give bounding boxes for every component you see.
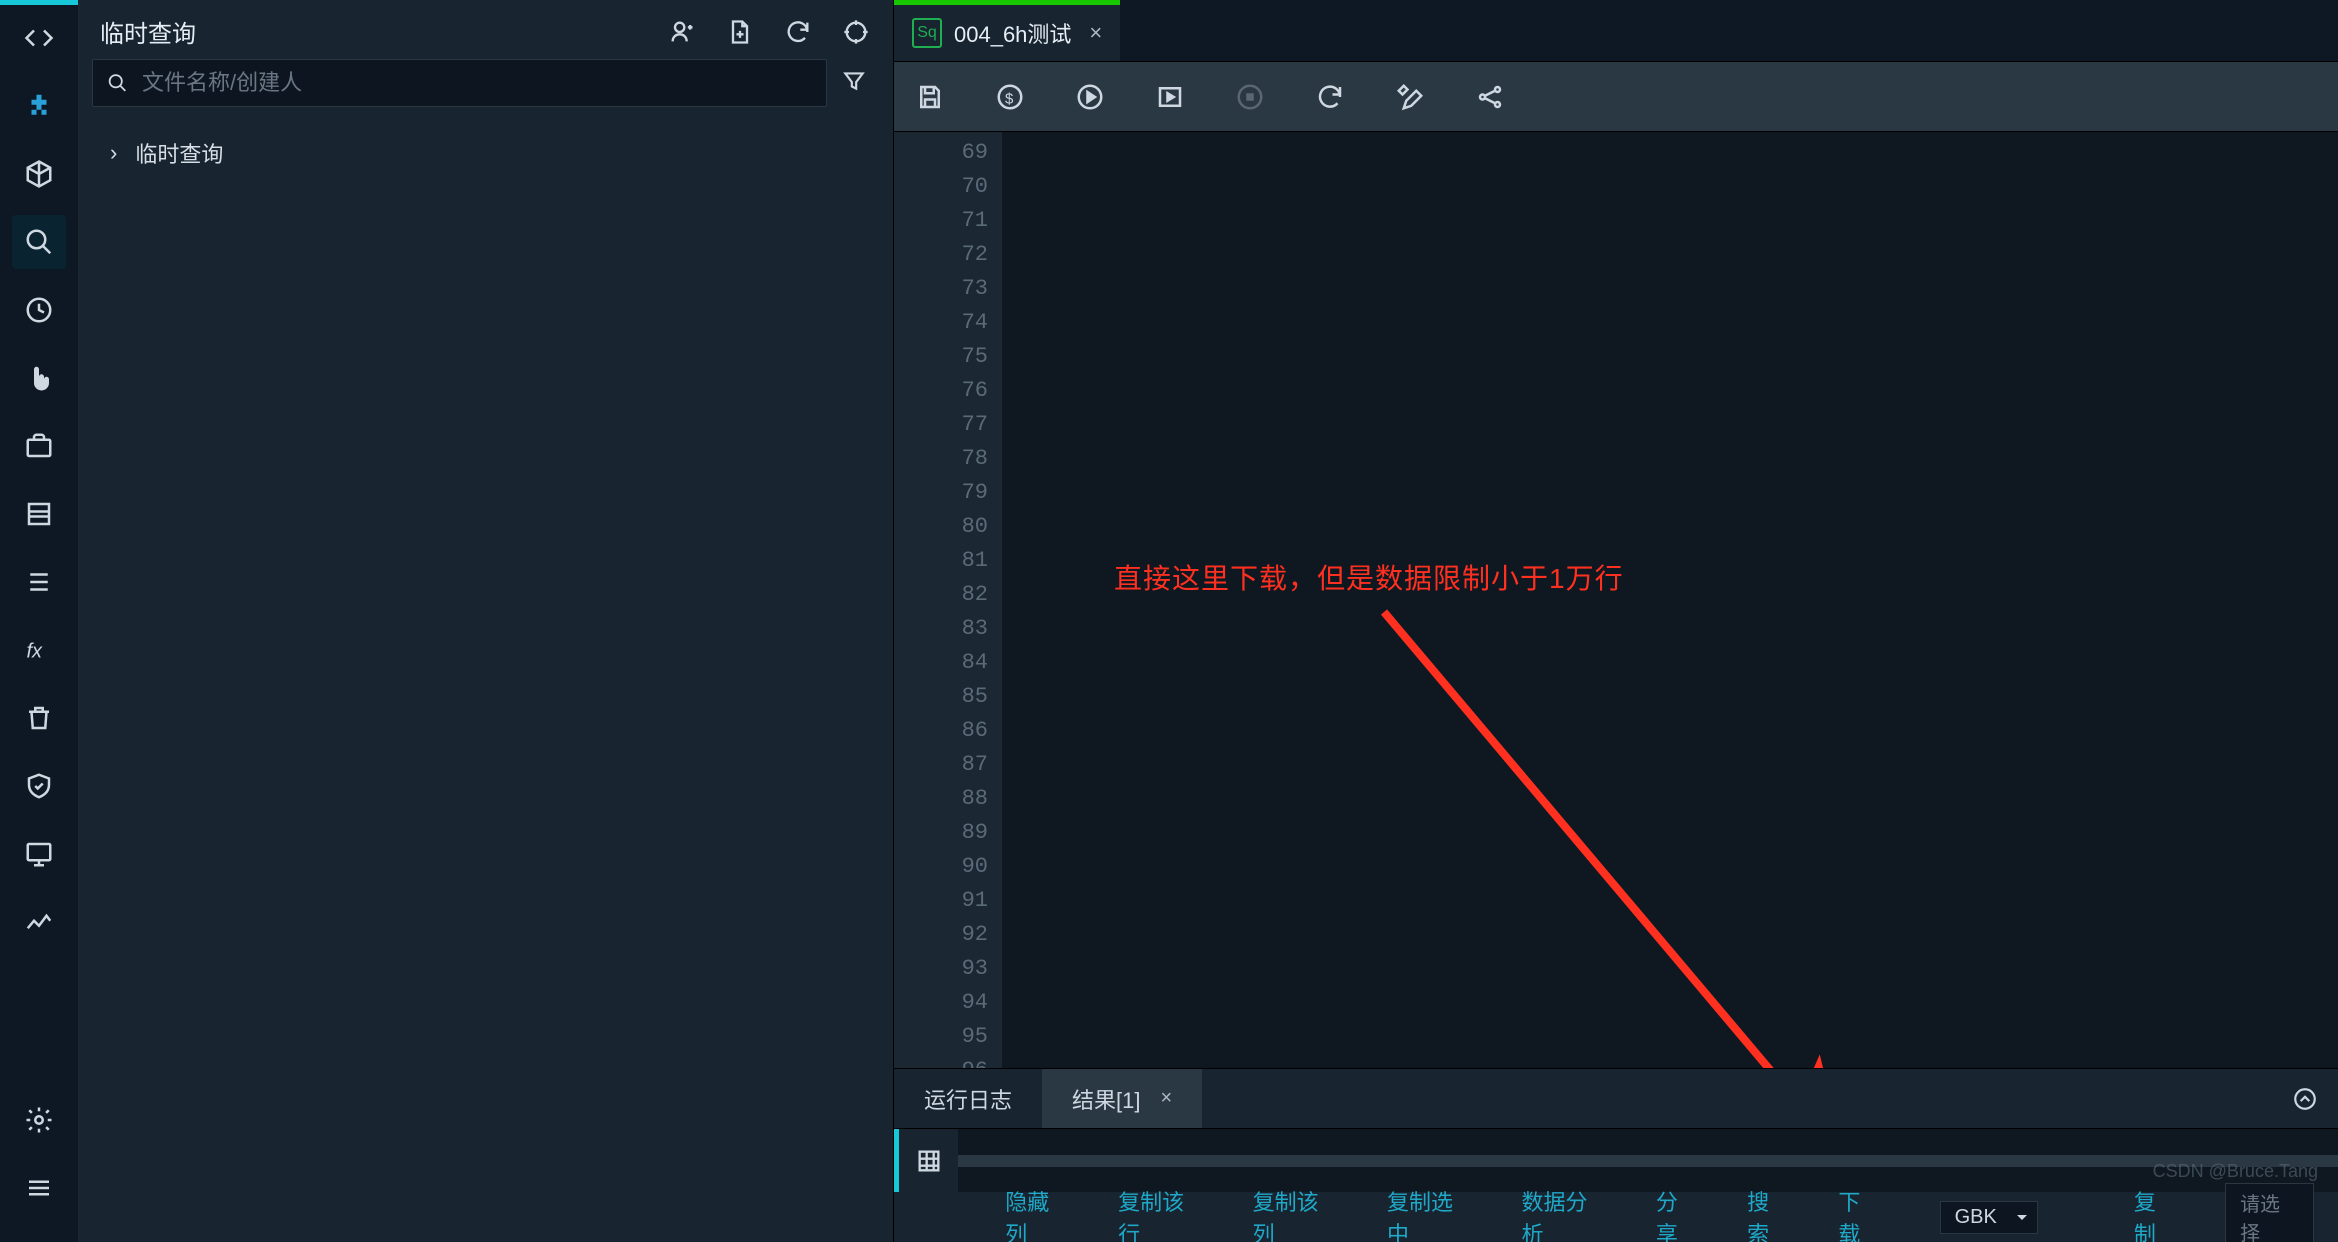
action-copy-selection[interactable]: 复制选中 — [1387, 1185, 1473, 1242]
rail-table-icon[interactable] — [12, 487, 66, 541]
rail-history-icon[interactable] — [12, 283, 66, 337]
rail-chart-icon[interactable] — [12, 895, 66, 949]
code-area[interactable]: 直接这里下载，但是数据限制小于1万行 — [1002, 132, 2338, 1068]
rail-list-icon[interactable] — [12, 555, 66, 609]
tab-run-log[interactable]: 运行日志 — [894, 1069, 1042, 1128]
tab-badge: Sq — [912, 18, 942, 48]
target-icon[interactable] — [841, 17, 871, 47]
tab-result[interactable]: 结果[1] × — [1042, 1069, 1202, 1128]
result-action-bar: 隐藏列 复制该行 复制该列 复制选中 数据分析 分享 搜索 下载 GBK 复制 … — [894, 1192, 2338, 1242]
user-icon[interactable] — [667, 17, 697, 47]
action-search[interactable]: 搜索 — [1747, 1185, 1790, 1242]
action-download[interactable]: 下载 — [1838, 1185, 1881, 1242]
encoding-select[interactable]: GBK — [1940, 1201, 2038, 1234]
action-copy-row[interactable]: 复制该行 — [1118, 1185, 1204, 1242]
rail-briefcase-icon[interactable] — [12, 419, 66, 473]
left-rail: fx — [0, 0, 78, 1242]
action-analyze[interactable]: 数据分析 — [1521, 1185, 1607, 1242]
svg-text:$: $ — [1005, 90, 1014, 107]
save-icon[interactable] — [912, 79, 948, 115]
new-file-icon[interactable] — [725, 17, 755, 47]
tree-root-item[interactable]: › 临时查询 — [100, 137, 871, 169]
rail-display-icon[interactable] — [12, 827, 66, 881]
tab-name: 004_6h测试 — [954, 17, 1071, 49]
filter-icon[interactable] — [841, 68, 871, 98]
rail-settings-icon[interactable] — [12, 1093, 66, 1147]
rail-plugin-icon[interactable] — [12, 79, 66, 133]
share-nodes-icon[interactable] — [1472, 79, 1508, 115]
search-icon — [107, 72, 128, 94]
chevron-right-icon: › — [110, 140, 117, 166]
expand-icon[interactable] — [2292, 1069, 2318, 1128]
cost-icon[interactable]: $ — [992, 79, 1028, 115]
action-hide-column[interactable]: 隐藏列 — [1005, 1185, 1070, 1242]
rail-menu-icon[interactable] — [12, 1161, 66, 1215]
tree-root-label: 临时查询 — [135, 137, 223, 169]
rail-trash-icon[interactable] — [12, 691, 66, 745]
format-icon[interactable] — [1392, 79, 1428, 115]
refresh-icon[interactable] — [783, 17, 813, 47]
rail-package-icon[interactable] — [12, 147, 66, 201]
action-copy-column[interactable]: 复制该列 — [1253, 1185, 1339, 1242]
editor-tabbar: Sq 004_6h测试 × — [894, 0, 2338, 62]
search-input[interactable] — [140, 69, 812, 97]
rail-fx-icon[interactable]: fx — [12, 623, 66, 677]
stop-icon[interactable] — [1232, 79, 1268, 115]
run-icon[interactable] — [1072, 79, 1108, 115]
rail-hand-icon[interactable] — [12, 351, 66, 405]
code-editor[interactable]: 6970717273747576777879808182838485868788… — [894, 132, 2338, 1068]
result-scrollbar[interactable] — [958, 1155, 2338, 1167]
side-panel-title: 临时查询 — [100, 14, 667, 49]
action-share[interactable]: 分享 — [1656, 1185, 1699, 1242]
rail-shield-icon[interactable] — [12, 759, 66, 813]
editor-tab[interactable]: Sq 004_6h测试 × — [894, 0, 1120, 61]
line-gutter: 6970717273747576777879808182838485868788… — [894, 132, 1002, 1068]
side-panel: 临时查询 › 临时查询 — [78, 0, 894, 1242]
tab-close-icon[interactable]: × — [1089, 20, 1102, 46]
main-area: Sq 004_6h测试 × $ 697071727374757677787980… — [894, 0, 2338, 1242]
file-tree: › 临时查询 — [78, 119, 893, 187]
result-tab-close-icon[interactable]: × — [1160, 1087, 1172, 1110]
result-grid-icon[interactable] — [894, 1129, 958, 1193]
rail-accent — [0, 0, 78, 5]
svg-text:fx: fx — [27, 641, 44, 663]
editor-toolbar: $ — [894, 62, 2338, 132]
watermark: CSDN @Bruce.Tang — [2153, 1161, 2318, 1182]
reload-icon[interactable] — [1312, 79, 1348, 115]
annotation-text: 直接这里下载，但是数据限制小于1万行 — [1114, 557, 1624, 597]
action-copy[interactable]: 复制 — [2134, 1185, 2177, 1242]
run-selection-icon[interactable] — [1152, 79, 1188, 115]
copy-target-select[interactable]: 请选择 — [2225, 1183, 2314, 1242]
search-box[interactable] — [92, 59, 827, 107]
bottom-tabbar: 运行日志 结果[1] × — [894, 1068, 2338, 1128]
rail-search-icon[interactable] — [12, 215, 66, 269]
annotation-arrow — [1364, 592, 1884, 1068]
rail-code-icon[interactable] — [12, 11, 66, 65]
result-toolbar — [894, 1128, 2338, 1192]
